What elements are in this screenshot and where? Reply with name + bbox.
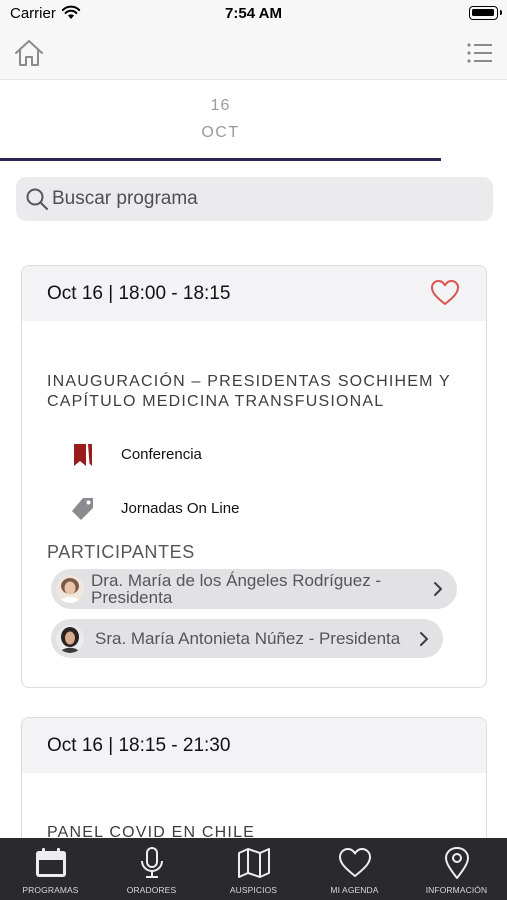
tab-label: PROGRAMAS [22, 885, 79, 895]
session-title: INAUGURACIÓN – PRESIDENTAS SOCHIHEM Y CA… [47, 373, 451, 410]
date-tab-day: 16 [210, 97, 231, 114]
search-bar[interactable] [16, 177, 493, 221]
map-icon [237, 848, 270, 878]
tab-label: MI AGENDA [330, 885, 379, 895]
tab-label: ORADORES [126, 885, 177, 895]
session-type-label: Conferencia [121, 446, 202, 463]
session-time: Oct 16 | 18:00 - 18:15 [47, 283, 231, 304]
session-card-header: Oct 16 | 18:15 - 21:30 [22, 718, 486, 773]
tab-informacion[interactable]: INFORMACIÓN [406, 838, 507, 900]
tab-mi-agenda[interactable]: MI AGENDA [304, 838, 405, 900]
tab-programas[interactable]: PROGRAMAS [0, 838, 101, 900]
search-icon [26, 188, 48, 210]
avatar [56, 625, 84, 653]
tab-auspicios[interactable]: AUSPICIOS [203, 838, 304, 900]
nav-bar [0, 28, 507, 80]
list-icon[interactable] [467, 42, 493, 64]
participants-heading: PARTICIPANTES [47, 542, 195, 562]
status-bar: Carrier 7:54 AM [0, 0, 507, 28]
heart-icon [338, 848, 371, 877]
session-time: Oct 16 | 18:15 - 21:30 [47, 735, 231, 756]
participant-chip[interactable]: Dra. María de los Ángeles Rodríguez - Pr… [51, 569, 457, 609]
battery-icon [469, 6, 502, 20]
tab-label: AUSPICIOS [229, 885, 278, 895]
bookmark-icon [74, 444, 92, 466]
heart-icon[interactable] [430, 279, 460, 307]
tab-bar: PROGRAMAS ORADORES AUSPICIOS MI AGENDA I… [0, 838, 507, 900]
participant-name: Sra. María Antonieta Núñez - Presidenta [95, 629, 401, 648]
chevron-right-icon [434, 582, 442, 596]
chevron-right-icon [420, 632, 428, 646]
clock: 7:54 AM [225, 5, 282, 22]
location-pin-icon [444, 847, 469, 879]
participant-chip[interactable]: Sra. María Antonieta Núñez - Presidenta [51, 619, 443, 658]
tab-oradores[interactable]: ORADORES [101, 838, 202, 900]
calendar-icon [35, 848, 66, 877]
search-input[interactable] [52, 177, 472, 221]
avatar [56, 575, 84, 603]
session-card-header: Oct 16 | 18:00 - 18:15 [22, 266, 486, 321]
session-card[interactable]: Oct 16 | 18:00 - 18:15 INAUGURACIÓN – PR… [21, 265, 487, 688]
date-tab-indicator [0, 158, 441, 161]
home-icon[interactable] [13, 38, 45, 68]
participant-name: Dra. María de los Ángeles Rodríguez - Pr… [91, 571, 382, 607]
session-event-label: Jornadas On Line [121, 500, 240, 517]
tag-icon [72, 498, 93, 520]
microphone-icon [140, 847, 163, 878]
date-tab-month: OCT [201, 124, 240, 141]
date-tab-oct-16[interactable]: 16 OCT [0, 80, 441, 162]
tab-label: INFORMACIÓN [425, 885, 488, 895]
